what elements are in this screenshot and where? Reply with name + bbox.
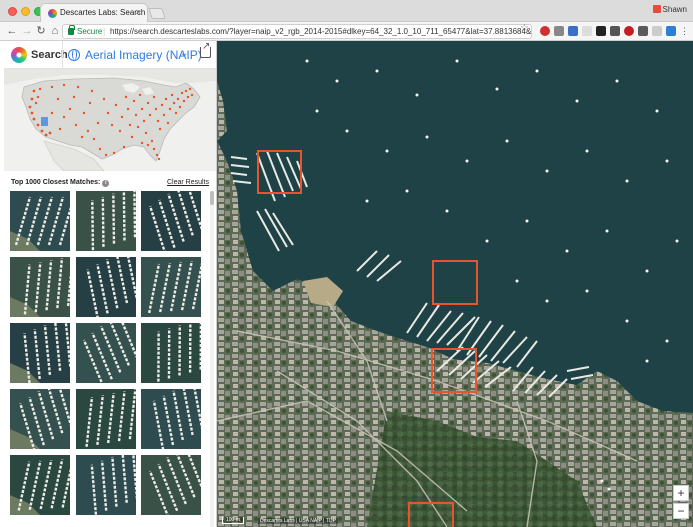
results-heading: Top 1000 Closest Matches: i <box>11 179 110 187</box>
extension-blue2-icon[interactable] <box>666 26 676 36</box>
extension-dark-icon[interactable] <box>596 26 606 36</box>
url-text: https://search.descarteslabs.com/?layer=… <box>110 27 532 36</box>
results-grid <box>10 191 206 527</box>
profile-button[interactable]: Shawn <box>652 5 687 14</box>
url-separator: | <box>103 26 106 36</box>
lock-icon <box>68 25 75 35</box>
info-icon[interactable]: i <box>102 180 110 187</box>
result-thumbnail[interactable] <box>141 323 201 383</box>
tab-title: Descartes Labs: Search <box>60 8 146 17</box>
forward-icon[interactable]: → <box>20 24 34 38</box>
viewport-indicator <box>41 117 48 126</box>
descartes-favicon-icon <box>48 9 57 18</box>
results-heading-text: Top 1000 Closest Matches: <box>11 179 101 186</box>
result-thumbnail[interactable] <box>141 191 201 251</box>
results-scroll-thumb[interactable] <box>210 191 214 205</box>
extension-gray2-icon[interactable] <box>610 26 620 36</box>
tab-close-icon[interactable]: × <box>136 7 141 17</box>
browser-toolbar: ← → ↻ ⌂ Secure | https://search.descarte… <box>0 22 693 41</box>
result-thumbnail[interactable] <box>76 191 136 251</box>
secure-label: Secure <box>77 27 103 36</box>
extension-blue-icon[interactable] <box>568 26 578 36</box>
extension-gray-icon[interactable] <box>554 26 564 36</box>
result-thumbnail[interactable] <box>76 323 136 383</box>
new-tab-button[interactable] <box>148 8 166 19</box>
home-icon[interactable]: ⌂ <box>48 24 62 38</box>
zoom-in-button[interactable]: + <box>673 485 689 501</box>
aerial-map[interactable] <box>217 41 693 527</box>
extension-light2-icon[interactable] <box>652 26 662 36</box>
address-bar[interactable]: Secure | https://search.descarteslabs.co… <box>62 24 532 39</box>
result-thumbnail[interactable] <box>76 455 136 515</box>
descartes-logo-icon <box>11 47 27 63</box>
result-thumbnail[interactable] <box>141 389 201 449</box>
result-thumbnail[interactable] <box>10 257 70 317</box>
result-thumbnail[interactable] <box>10 191 70 251</box>
result-thumbnail[interactable] <box>141 455 201 515</box>
header-divider <box>62 41 63 69</box>
chevron-down-icon[interactable]: ⌄ <box>180 48 188 59</box>
browser-tab[interactable]: Descartes Labs: Search × <box>40 3 148 23</box>
result-thumbnail[interactable] <box>141 257 201 317</box>
overview-minimap[interactable] <box>4 69 216 171</box>
extension-light-icon[interactable] <box>582 26 592 36</box>
browser-tab-bar: Descartes Labs: Search × Shawn <box>0 0 693 23</box>
globe-icon <box>68 49 80 61</box>
back-icon[interactable]: ← <box>5 24 19 38</box>
menu-kebab-icon[interactable]: ⋮ <box>680 26 689 36</box>
result-thumbnail[interactable] <box>76 257 136 317</box>
extension-red-icon[interactable] <box>540 26 550 36</box>
minimize-window-button[interactable] <box>21 7 30 16</box>
profile-name: Shawn <box>662 5 687 14</box>
clear-results-link[interactable]: Clear Results <box>167 179 209 186</box>
close-window-button[interactable] <box>8 7 17 16</box>
reload-icon[interactable]: ↻ <box>34 24 48 38</box>
result-thumbnail[interactable] <box>10 455 70 515</box>
share-icon[interactable] <box>200 41 211 58</box>
extension-gray3-icon[interactable] <box>638 26 648 36</box>
map-attribution[interactable]: Descartes Labs | USA NAIP | TOP <box>258 518 338 524</box>
result-thumbnail[interactable] <box>10 389 70 449</box>
search-panel: Search Aerial Imagery (NAIP) ⌄ ↗ Top 100… <box>4 41 217 527</box>
results-scrollbar[interactable] <box>210 191 214 527</box>
map-view[interactable]: + − 100 m Descartes Labs | USA NAIP | TO… <box>217 41 693 527</box>
bookmark-star-icon[interactable]: ☆ <box>520 23 529 34</box>
result-thumbnail[interactable] <box>10 323 70 383</box>
map-scale: 100 m <box>222 517 244 524</box>
panel-header: Search Aerial Imagery (NAIP) ⌄ <box>4 41 216 69</box>
pinterest-icon[interactable] <box>624 26 634 36</box>
result-thumbnail[interactable] <box>76 389 136 449</box>
zoom-out-button[interactable]: − <box>673 503 689 519</box>
profile-icon <box>652 5 661 13</box>
